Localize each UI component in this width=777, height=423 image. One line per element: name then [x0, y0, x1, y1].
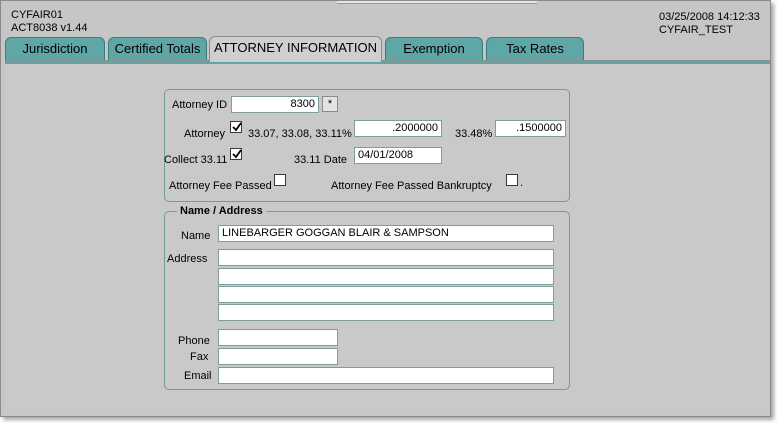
pct-33-07-field[interactable]: .2000000 [354, 120, 442, 137]
address-line-2[interactable] [218, 268, 554, 285]
environment: CYFAIR_TEST [659, 24, 733, 36]
form-id: CYFAIR01 [11, 9, 63, 21]
tab-jurisdiction[interactable]: Jurisdiction [5, 37, 105, 60]
fee-bankruptcy-checkbox[interactable] [506, 174, 518, 186]
tab-certified-totals[interactable]: Certified Totals [108, 37, 207, 60]
fee-bankruptcy-suffix: . [520, 177, 524, 189]
address-line-4[interactable] [218, 304, 554, 321]
pct-33-07-label: 33.07, 33.08, 33.11% [248, 128, 352, 140]
fee-passed-checkbox[interactable] [274, 174, 286, 186]
address-line-1[interactable] [218, 249, 554, 266]
collect-3311-checkbox[interactable] [230, 148, 242, 160]
attorney-label: Attorney [184, 128, 225, 140]
phone-label: Phone [178, 335, 210, 347]
tab-exemption[interactable]: Exemption [385, 37, 483, 60]
app-window: CYFAIR01 ACT8038 v1.44 03/25/2008 14:12:… [0, 0, 771, 417]
pct-33-48-field[interactable]: .1500000 [495, 120, 566, 137]
fax-label: Fax [190, 351, 209, 363]
address-line-3[interactable] [218, 286, 554, 303]
date-3311-label: 33.11 Date [294, 154, 348, 166]
checkmark-icon [232, 122, 242, 132]
title-strip [337, 1, 537, 4]
email-label: Email [184, 370, 212, 382]
attorney-id-field[interactable]: 8300 [231, 96, 319, 113]
module-version: ACT8038 v1.44 [11, 22, 88, 34]
name-address-legend: Name / Address [177, 205, 266, 217]
attorney-id-label: Attorney ID [172, 99, 228, 111]
address-label: Address [167, 253, 208, 265]
datetime: 03/25/2008 14:12:33 [659, 11, 760, 23]
email-field[interactable] [218, 367, 554, 384]
header-right: 03/25/2008 14:12:33 CYFAIR_TEST [659, 11, 760, 37]
fee-passed-label: Attorney Fee Passed [169, 180, 272, 192]
attorney-lookup-button[interactable]: * [322, 96, 338, 112]
phone-field[interactable] [218, 329, 338, 346]
tab-attorney-information[interactable]: ATTORNEY INFORMATION [209, 36, 382, 62]
collect-3311-label: Collect 33.11 [164, 154, 228, 166]
fee-bankruptcy-label: Attorney Fee Passed Bankruptcy [331, 180, 492, 192]
tab-tax-rates[interactable]: Tax Rates [486, 37, 584, 60]
fax-field[interactable] [218, 348, 338, 365]
name-field[interactable]: LINEBARGER GOGGAN BLAIR & SAMPSON [218, 225, 554, 242]
checkmark-icon [232, 149, 242, 159]
pct-33-48-label: 33.48% [455, 128, 493, 140]
attorney-checkbox[interactable] [230, 121, 242, 133]
name-label: Name [181, 230, 211, 242]
header-left: CYFAIR01 ACT8038 v1.44 [11, 9, 87, 35]
date-3311-field[interactable]: 04/01/2008 [354, 147, 442, 164]
